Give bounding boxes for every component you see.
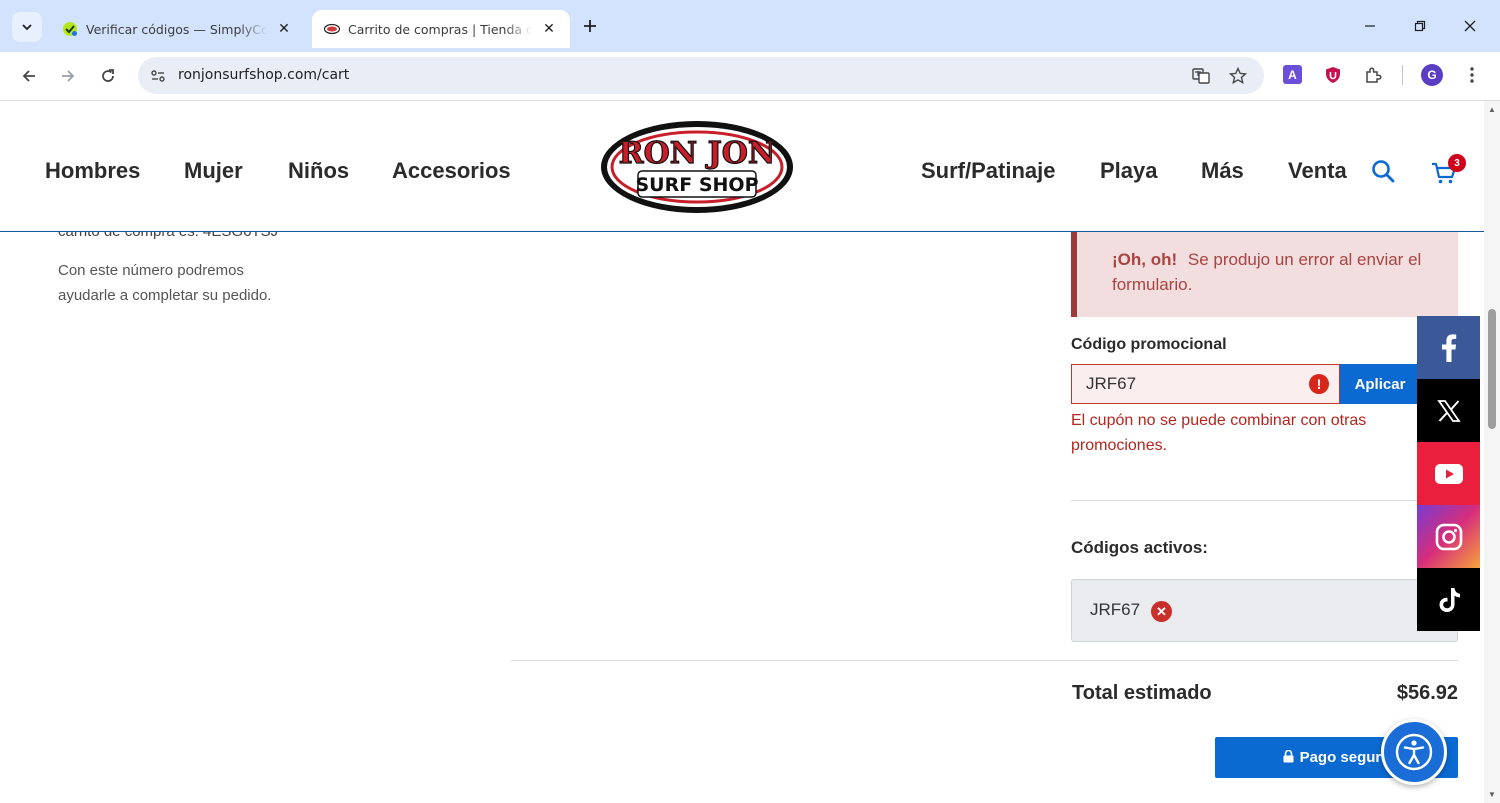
apply-promo-button[interactable]: Aplicar — [1340, 364, 1420, 404]
page-scrollbar[interactable]: ▲ ▼ — [1484, 101, 1500, 803]
reload-icon — [102, 69, 114, 82]
active-codes-label: Códigos activos: — [1071, 538, 1208, 557]
facebook-icon — [1441, 333, 1456, 362]
nav-item-surf-patinaje[interactable]: Surf/Patinaje — [921, 158, 1055, 184]
site-header: Hombres Mujer Niños Accesorios RON JON S… — [0, 101, 1484, 232]
simplycodes-favicon-icon — [62, 21, 78, 37]
chevron-down-icon — [22, 24, 32, 31]
extension-a-icon[interactable]: A — [1283, 65, 1302, 84]
scrollbar-thumb[interactable] — [1488, 309, 1496, 429]
tab-ronjon-cart[interactable]: Carrito de compras | Tienda de surf Ron … — [312, 10, 570, 48]
promo-code-label: Código promocional — [1071, 336, 1227, 353]
nav-item-mas[interactable]: Más — [1201, 158, 1244, 184]
close-icon[interactable]: ✕ — [273, 18, 295, 40]
checkout-label: Pago seguro — [1299, 749, 1391, 766]
kebab-menu-icon[interactable] — [1461, 64, 1483, 86]
tab-search-button[interactable] — [12, 12, 42, 42]
minimize-icon — [1365, 25, 1375, 27]
logo-text-bottom: SURF SHOP — [636, 174, 759, 196]
estimated-total-value: $56.92 — [1396, 682, 1458, 704]
x-icon — [1436, 399, 1461, 422]
arrow-left-icon — [22, 70, 35, 82]
page-viewport: Hombres Mujer Niños Accesorios RON JON S… — [0, 101, 1484, 803]
tab-title: Verificar códigos — SimplyCodes — [86, 21, 267, 37]
close-icon[interactable]: ✕ — [538, 18, 560, 40]
summary-divider — [511, 660, 1458, 661]
nav-item-mujer[interactable]: Mujer — [184, 158, 243, 184]
tab-strip: Verificar códigos — SimplyCodes ✕ Carrit… — [0, 0, 1500, 52]
scroll-down-icon[interactable]: ▼ — [1488, 790, 1496, 799]
accessibility-icon — [1395, 733, 1433, 771]
restore-icon — [1414, 20, 1426, 32]
arrow-right-icon — [62, 70, 75, 82]
back-button[interactable] — [15, 62, 43, 90]
restore-button[interactable] — [1408, 14, 1432, 38]
error-title: ¡Oh, oh! — [1112, 250, 1178, 269]
reload-button[interactable] — [94, 62, 122, 90]
nav-item-venta[interactable]: Venta — [1288, 158, 1347, 184]
ron-jon-logo[interactable]: RON JON SURF SHOP — [598, 117, 796, 217]
nav-item-hombres[interactable]: Hombres — [45, 158, 140, 184]
youtube-icon — [1434, 463, 1463, 484]
new-tab-button[interactable] — [578, 14, 602, 38]
scroll-up-icon[interactable]: ▲ — [1488, 105, 1496, 114]
tiktok-icon — [1439, 587, 1460, 612]
cart-count-badge: 3 — [1448, 154, 1466, 172]
minimize-button[interactable] — [1358, 14, 1382, 38]
active-code-text: JRF67 — [1090, 600, 1141, 619]
lock-icon — [1283, 749, 1294, 766]
toolbar-divider — [1402, 65, 1403, 85]
tiktok-link[interactable] — [1417, 568, 1480, 631]
bookmark-star-icon[interactable] — [1227, 65, 1249, 87]
tab-simplycodes[interactable]: Verificar códigos — SimplyCodes ✕ — [50, 10, 305, 48]
exclamation-icon: ! — [1309, 374, 1329, 394]
nav-item-ninos[interactable]: Niños — [288, 158, 349, 184]
error-alert-text: ¡Oh, oh! Se produjo un error al enviar e… — [1112, 247, 1432, 297]
ublock-shield-icon[interactable] — [1322, 64, 1344, 86]
logo-text-top: RON JON — [619, 136, 776, 171]
browser-toolbar: ronjonsurfshop.com/cart A G — [0, 52, 1500, 101]
youtube-link[interactable] — [1417, 442, 1480, 505]
facebook-link[interactable] — [1417, 316, 1480, 379]
x-link[interactable] — [1417, 379, 1480, 442]
close-icon — [1464, 20, 1476, 32]
remove-code-icon[interactable]: ✕ — [1151, 601, 1172, 622]
site-info-icon[interactable] — [148, 66, 168, 86]
forward-button[interactable] — [54, 62, 82, 90]
form-error-alert: ¡Oh, oh! Se produjo un error al enviar e… — [1071, 229, 1458, 317]
promo-code-input[interactable] — [1071, 364, 1340, 404]
browser-chrome: Verificar códigos — SimplyCodes ✕ Carrit… — [0, 0, 1500, 101]
search-icon[interactable] — [1369, 157, 1397, 185]
profile-avatar[interactable]: G — [1421, 64, 1443, 86]
ronjon-favicon-icon — [324, 21, 340, 37]
window-close-button[interactable] — [1458, 14, 1482, 38]
section-divider — [1071, 500, 1458, 501]
estimated-total-label: Total estimado — [1072, 682, 1212, 704]
tab-title: Carrito de compras | Tienda de surf Ron … — [348, 21, 532, 37]
help-note: Con este número podremos ayudarle a comp… — [58, 262, 272, 304]
active-code-chip: JRF67 ✕ — [1071, 579, 1458, 642]
url-text: ronjonsurfshop.com/cart — [178, 67, 350, 83]
accessibility-button[interactable] — [1381, 719, 1447, 785]
nav-item-playa[interactable]: Playa — [1100, 158, 1158, 184]
instagram-icon — [1435, 523, 1462, 550]
plus-icon — [584, 20, 596, 32]
extensions-puzzle-icon[interactable] — [1362, 64, 1384, 86]
translate-icon[interactable] — [1190, 65, 1212, 87]
nav-item-accesorios[interactable]: Accesorios — [392, 158, 511, 184]
promo-error-message: El cupón no se puede combinar con otras … — [1071, 412, 1367, 454]
address-bar[interactable]: ronjonsurfshop.com/cart — [138, 57, 1264, 94]
instagram-link[interactable] — [1417, 505, 1480, 568]
